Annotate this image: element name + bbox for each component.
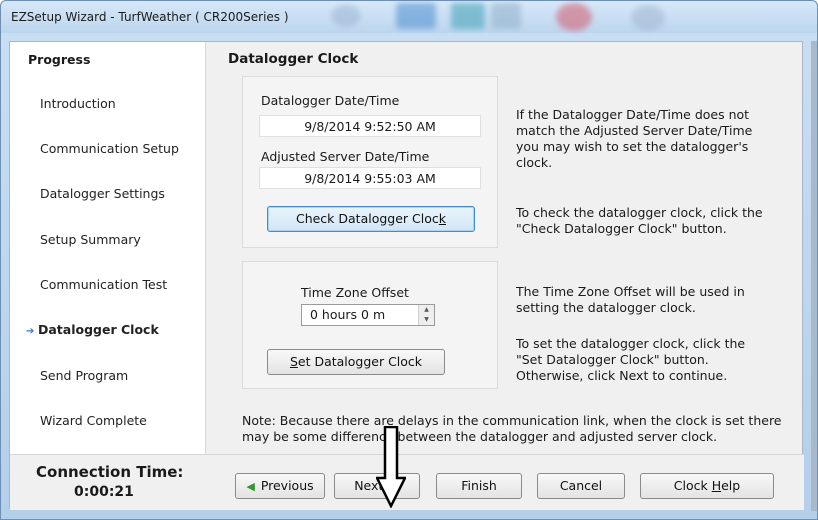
sidebar-item-communication-setup: Communication Setup (40, 141, 179, 156)
set-button-accelerator: S (289, 354, 298, 369)
progress-title: Progress (28, 52, 91, 67)
set-datalogger-clock-button[interactable]: Set Datalogger Clock (267, 349, 445, 375)
triangle-left-icon: ◀ (246, 480, 255, 493)
previous-label: Previous (260, 478, 314, 493)
timezone-offset-value: 0 hours 0 m (310, 307, 386, 322)
help-accelerator: H (711, 478, 722, 493)
title-bar[interactable]: EZSetup Wizard - TurfWeather ( CR200Seri… (1, 1, 817, 33)
note-text: Note: Because there are delays in the co… (242, 413, 782, 444)
titlebar-glass-blob (556, 3, 592, 31)
finish-button[interactable]: Finish (436, 473, 522, 499)
sidebar-item-label: Datalogger Clock (38, 322, 159, 337)
datalogger-datetime-label: Datalogger Date/Time (261, 93, 400, 108)
titlebar-glass-blob (631, 5, 665, 31)
sidebar-item-wizard-complete: Wizard Complete (40, 413, 147, 428)
cancel-button[interactable]: Cancel (537, 473, 625, 499)
progress-sidebar: Progress Introduction Communication Setu… (10, 42, 206, 454)
stepper-buttons: ▲ ▼ (418, 305, 434, 325)
connection-time-label: Connection Time: (36, 463, 184, 481)
sidebar-item-datalogger-settings: Datalogger Settings (40, 186, 165, 201)
titlebar-glass-blob (396, 3, 436, 29)
help-label-post: elp (721, 478, 741, 493)
description-timezone: The Time Zone Offset will be used in set… (516, 284, 745, 315)
datalogger-datetime-field[interactable]: 9/8/2014 9:52:50 AM (259, 115, 481, 137)
previous-button[interactable]: ◀ Previous (235, 473, 325, 499)
timezone-offset-stepper[interactable]: 0 hours 0 m ▲ ▼ (301, 304, 435, 326)
window-right-edge (811, 41, 817, 511)
stepper-up-icon[interactable]: ▲ (419, 305, 434, 315)
titlebar-glass-blob (491, 3, 521, 29)
timezone-offset-label: Time Zone Offset (301, 285, 409, 300)
check-datalogger-clock-button[interactable]: Check Datalogger Clock (267, 206, 475, 232)
connection-time-value: 0:00:21 (74, 484, 134, 500)
sidebar-item-communication-test: Communication Test (40, 277, 168, 292)
description-mismatch: If the Datalogger Date/Time does not mat… (516, 107, 753, 170)
sidebar-item-setup-summary: Setup Summary (40, 232, 141, 247)
clock-help-button[interactable]: Clock Help (640, 473, 774, 499)
set-button-label: et Datalogger Clock (297, 354, 423, 369)
sidebar-item-datalogger-clock: ➔ Datalogger Clock (26, 322, 159, 337)
check-button-label: Check Datalogger Cloc (295, 211, 439, 226)
wizard-client-area: Progress Introduction Communication Setu… (9, 41, 804, 510)
window-title: EZSetup Wizard - TurfWeather ( CR200Seri… (11, 10, 289, 24)
server-datetime-field[interactable]: 9/8/2014 9:55:03 AM (259, 167, 481, 189)
description-check: To check the datalogger clock, click the… (516, 205, 763, 236)
stepper-down-icon[interactable]: ▼ (419, 315, 434, 325)
check-button-accelerator: k (438, 211, 447, 226)
help-label-pre: Clock (673, 478, 712, 493)
clock-panel: Datalogger Date/Time 9/8/2014 9:52:50 AM… (242, 76, 498, 248)
server-datetime-label: Adjusted Server Date/Time (261, 149, 430, 164)
page-title: Datalogger Clock (228, 51, 359, 67)
description-set: To set the datalogger clock, click the "… (516, 336, 746, 383)
wizard-window: EZSetup Wizard - TurfWeather ( CR200Seri… (0, 0, 818, 520)
titlebar-glass-blob (451, 3, 485, 29)
sidebar-item-introduction: Introduction (40, 96, 116, 111)
titlebar-glass-blob (331, 5, 361, 27)
timezone-panel: Time Zone Offset 0 hours 0 m ▲ ▼ Set Dat… (242, 261, 498, 389)
down-arrow-annotation-icon (376, 426, 406, 508)
arrow-right-icon: ➔ (26, 326, 35, 337)
bottom-bar: Connection Time: 0:00:21 ◀Previous Next▶… (10, 454, 804, 510)
sidebar-item-send-program: Send Program (40, 368, 129, 383)
